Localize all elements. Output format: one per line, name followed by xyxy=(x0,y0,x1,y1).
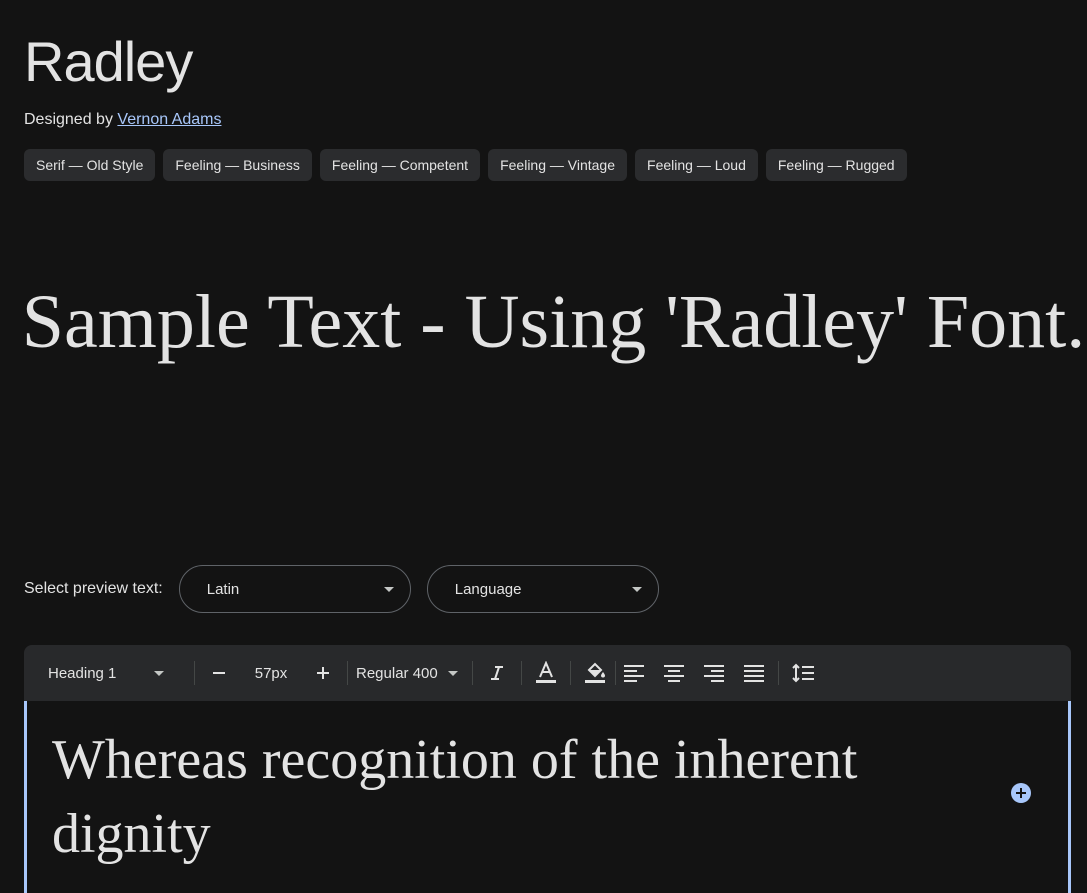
decrease-size-button[interactable] xyxy=(203,657,235,689)
add-block-button[interactable] xyxy=(1011,783,1031,803)
chevron-down-icon xyxy=(154,670,164,676)
designer-line: Designed by Vernon Adams xyxy=(24,111,221,129)
weight-select[interactable]: Regular 400 xyxy=(356,665,458,682)
align-right-button[interactable] xyxy=(698,657,730,689)
tag-chip[interactable]: Feeling — Rugged xyxy=(765,149,907,181)
toolbar-divider xyxy=(777,661,779,685)
plus-icon xyxy=(1016,788,1026,798)
tag-list: Serif — Old Style Feeling — Business Fee… xyxy=(24,149,907,181)
preview-editor[interactable]: Whereas recognition of the inherent dign… xyxy=(24,701,1071,893)
toolbar-divider xyxy=(347,661,348,685)
designer-link[interactable]: Vernon Adams xyxy=(117,111,221,128)
align-center-icon xyxy=(663,665,684,682)
align-justify-icon xyxy=(743,665,764,682)
toolbar-divider xyxy=(614,661,616,685)
toolbar-divider xyxy=(569,661,571,685)
align-left-button[interactable] xyxy=(618,657,650,689)
line-height-button[interactable] xyxy=(787,657,819,689)
increase-size-button[interactable] xyxy=(307,657,339,689)
chevron-down-icon xyxy=(383,586,394,592)
editor-text[interactable]: Whereas recognition of the inherent dign… xyxy=(52,723,982,871)
tag-chip[interactable]: Feeling — Loud xyxy=(635,149,758,181)
text-color-button[interactable] xyxy=(530,657,562,689)
text-color-icon xyxy=(535,661,556,683)
align-right-icon xyxy=(703,665,724,682)
style-select[interactable]: Heading 1 xyxy=(48,665,186,682)
tag-chip[interactable]: Feeling — Business xyxy=(163,149,312,181)
font-specimen-page: Radley Designed by Vernon Adams Serif — … xyxy=(0,0,1087,893)
designed-by-prefix: Designed by xyxy=(24,111,113,128)
toolbar-divider xyxy=(520,661,522,685)
line-height-icon xyxy=(792,663,814,683)
script-select[interactable]: Latin xyxy=(178,565,411,613)
language-select[interactable]: Language xyxy=(426,565,659,613)
highlight-button[interactable] xyxy=(579,657,611,689)
language-select-value: Language xyxy=(454,580,522,598)
preview-selector-row: Select preview text: Latin Language xyxy=(24,565,675,613)
script-select-value: Latin xyxy=(206,580,240,598)
tag-chip[interactable]: Feeling — Competent xyxy=(319,149,481,181)
chevron-down-icon xyxy=(631,586,642,592)
align-justify-button[interactable] xyxy=(738,657,770,689)
preview-label: Select preview text: xyxy=(24,580,163,597)
italic-button[interactable] xyxy=(481,657,513,689)
font-title: Radley xyxy=(24,30,193,93)
size-value[interactable]: 57px xyxy=(235,665,307,682)
toolbar-divider xyxy=(194,661,195,685)
minus-icon xyxy=(213,672,225,674)
align-left-icon xyxy=(623,665,644,682)
editor-toolbar: Heading 1 57px Regular 400 xyxy=(24,645,1071,701)
toolbar-divider xyxy=(471,661,473,685)
sample-text: Sample Text - Using 'Radley' Font. xyxy=(21,280,1086,364)
align-center-button[interactable] xyxy=(658,657,690,689)
chevron-down-icon xyxy=(447,670,458,676)
style-select-value: Heading 1 xyxy=(48,664,117,682)
italic-icon xyxy=(490,666,503,680)
weight-select-value: Regular 400 xyxy=(356,664,438,682)
plus-icon xyxy=(317,667,329,679)
highlight-icon xyxy=(584,662,605,683)
tag-chip[interactable]: Serif — Old Style xyxy=(24,149,156,181)
tag-chip[interactable]: Feeling — Vintage xyxy=(488,149,628,181)
